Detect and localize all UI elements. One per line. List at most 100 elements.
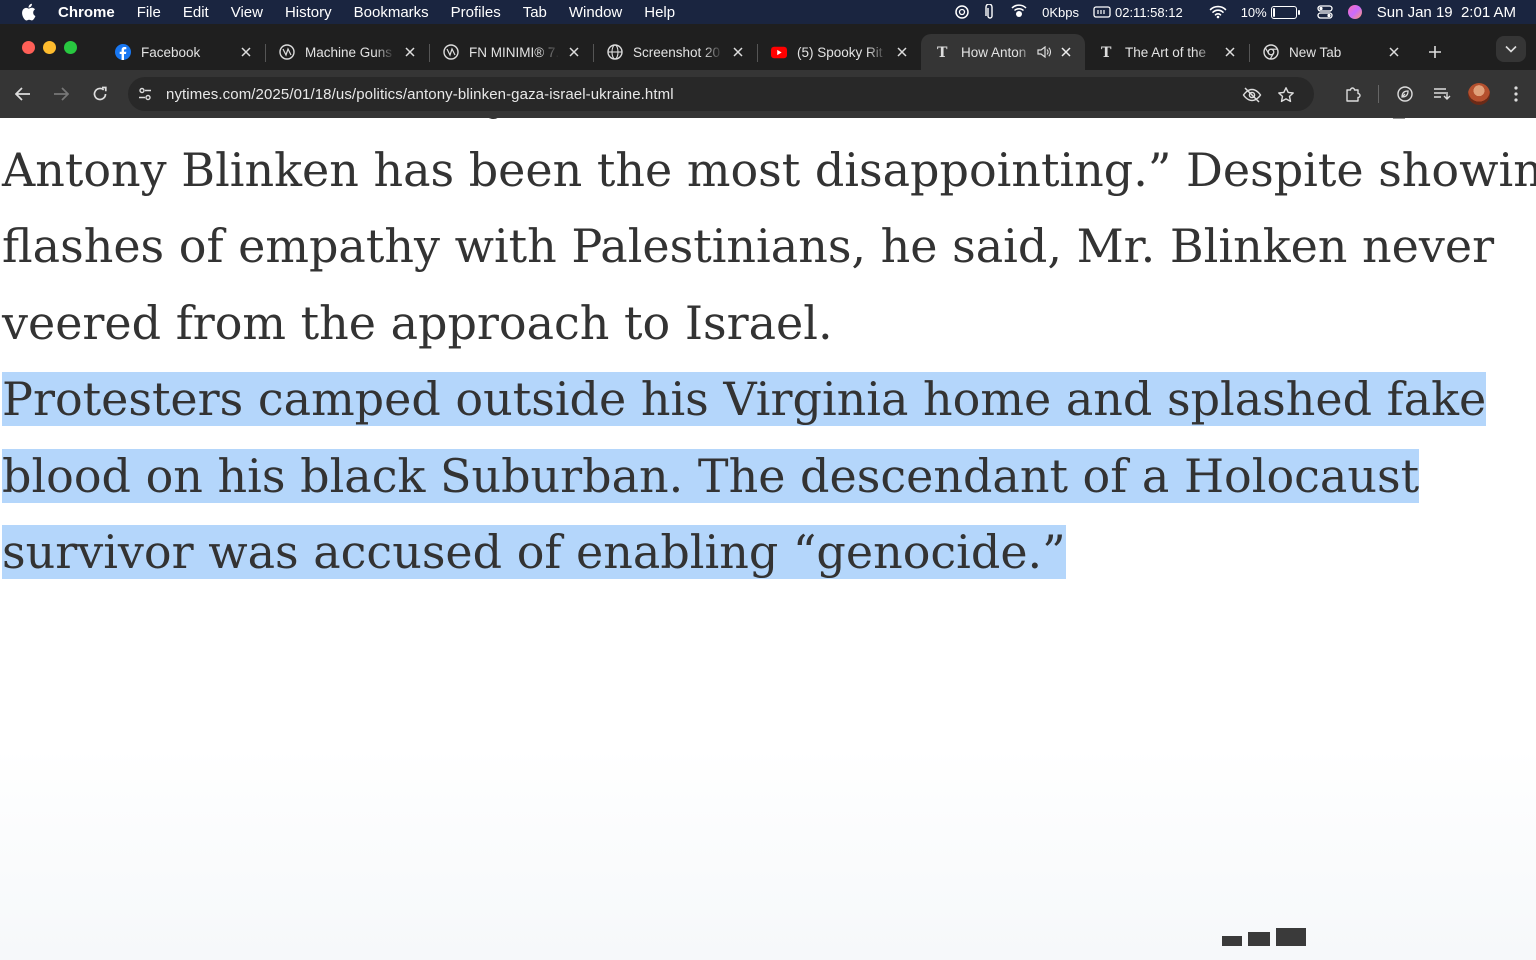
menu-bookmarks[interactable]: Bookmarks [354,4,429,21]
tab-art-of-the[interactable]: T The Art of the [1085,34,1249,70]
paragraph-line: He said that “of everyone in the cast of… [2,118,1536,132]
forward-button[interactable] [47,80,75,108]
reload-button[interactable] [86,80,114,108]
eye-slash-icon[interactable] [1238,81,1266,109]
battery-indicator[interactable]: 10% [1240,4,1300,20]
photo-detail [1222,936,1242,946]
extensions-puzzle-icon[interactable] [1339,80,1367,108]
tab-close-icon[interactable] [237,43,255,61]
tab-title: Screenshot 20 [633,44,721,60]
photo-detail [1276,928,1306,946]
tab-search-button[interactable] [1496,36,1526,62]
article-photo [0,748,1536,960]
tab-title: (5) Spooky Rit [797,44,883,60]
paragraph-line: flashes of empathy with Palestinians, he… [2,219,1495,273]
tab-close-icon[interactable] [1057,43,1075,61]
menu-history[interactable]: History [285,4,332,21]
nytimes-icon: T [1099,44,1115,60]
control-center-icon[interactable] [1317,5,1333,19]
new-tab-button[interactable] [1421,38,1449,66]
window-controls [22,40,85,54]
battery-percent: 10% [1240,4,1267,20]
site-logo-icon [279,44,295,60]
clock-datetime[interactable]: Sun Jan 19 2:01 AM [1377,4,1516,21]
paperclip-icon[interactable] [984,4,996,20]
menu-file[interactable]: File [137,4,161,21]
tab-facebook[interactable]: Facebook [101,34,265,70]
tab-close-icon[interactable] [893,43,911,61]
menu-view[interactable]: View [231,4,263,21]
close-window-button[interactable] [22,40,35,54]
wifi-icon[interactable] [1209,5,1227,19]
tab-nytimes-active[interactable]: T How Anton [921,34,1085,70]
selected-text-line[interactable]: Protesters camped outside his Virginia h… [2,372,1487,426]
menu-window[interactable]: Window [569,4,622,21]
tab-fn-minimi[interactable]: FN MINIMI® 7. [429,34,593,70]
siri-icon[interactable] [1347,4,1363,20]
timer-readout: 02:11:58:12 [1114,4,1183,20]
zoom-window-button[interactable] [64,40,77,54]
extension-leaf-icon[interactable] [1391,80,1419,108]
menu-tab[interactable]: Tab [523,4,547,21]
menu-help[interactable]: Help [644,4,675,21]
browser-toolbar: nytimes.com/2025/01/18/us/politics/anton… [0,70,1536,118]
svg-text:T: T [937,45,948,60]
tab-close-icon[interactable] [401,43,419,61]
article-paragraph: He said that “of everyone in the cast of… [2,118,1536,361]
address-bar[interactable]: nytimes.com/2025/01/18/us/politics/anton… [128,77,1314,111]
tab-title: Facebook [141,44,201,60]
menu-edit[interactable]: Edit [183,4,209,21]
chrome-icon [1263,44,1279,60]
paragraph-line: veered from the approach to Israel. [2,295,833,350]
tab-close-icon[interactable] [565,43,583,61]
article-body: He said that “of everyone in the cast of… [2,118,1536,591]
profile-avatar[interactable] [1465,80,1493,108]
tab-title: New Tab [1289,44,1342,60]
menu-profiles[interactable]: Profiles [451,4,501,21]
paragraph-line: Antony Blinken has been the most disappo… [2,142,1536,197]
network-speed: 0Kbps [1042,4,1079,20]
facebook-icon [115,44,131,60]
toolbar-actions [1330,80,1530,108]
svg-text:T: T [1101,45,1112,60]
toolbar-divider [1378,85,1379,103]
tab-title: FN MINIMI® 7. [469,44,559,60]
macos-menu-bar: Chrome File Edit View History Bookmarks … [0,0,1536,24]
site-logo-icon [443,44,459,60]
vpn-shield-icon[interactable] [1010,4,1028,20]
tab-strip: Facebook Machine Guns FN MINIMI® 7. Scre… [0,24,1536,70]
selected-text-line[interactable]: survivor was accused of enabling “genoci… [2,525,1066,579]
apple-menu-icon[interactable] [20,3,38,21]
article-paragraph-selected: Protesters camped outside his Virginia h… [2,361,1536,591]
tab-title: The Art of the [1125,44,1207,60]
menu-app-name[interactable]: Chrome [58,4,115,21]
tab-screenshot[interactable]: Screenshot 20 [593,34,757,70]
tab-machine-guns[interactable]: Machine Guns [265,34,429,70]
back-button[interactable] [9,80,37,108]
url-text[interactable]: nytimes.com/2025/01/18/us/politics/anton… [166,86,674,103]
photo-detail [1248,932,1270,946]
bookmark-star-icon[interactable] [1272,81,1300,109]
tab-new-tab[interactable]: New Tab [1249,34,1413,70]
minimize-window-button[interactable] [43,40,56,54]
site-info-icon[interactable] [132,81,158,107]
nytimes-icon: T [935,44,951,60]
globe-icon [607,44,623,60]
tab-close-icon[interactable] [729,43,747,61]
tab-title: How Anton [961,44,1027,60]
openai-icon[interactable] [954,4,970,20]
page-viewport: He said that “of everyone in the cast of… [0,118,1536,960]
avatar [1468,83,1490,105]
tab-close-icon[interactable] [1385,43,1403,61]
youtube-icon [771,44,787,60]
timer-widget[interactable]: 02:11:58:12 [1093,5,1183,20]
tab-title: Machine Guns [305,44,393,60]
tab-close-icon[interactable] [1221,43,1239,61]
reading-list-icon[interactable] [1428,80,1456,108]
tab-youtube[interactable]: (5) Spooky Rit [757,34,921,70]
selected-text-line[interactable]: blood on his black Suburban. The descend… [2,448,1420,503]
speaker-icon[interactable] [1037,46,1051,58]
status-area: 0Kbps 02:11:58:12 10% Sun Jan 19 2:01 AM [940,0,1516,24]
battery-icon [1270,5,1300,19]
chrome-menu-button[interactable] [1502,80,1530,108]
